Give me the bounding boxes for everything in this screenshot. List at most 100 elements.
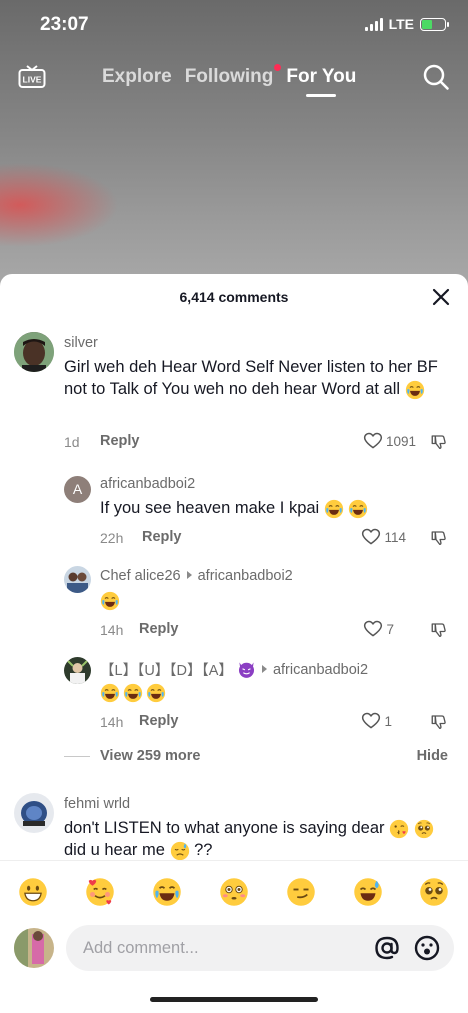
like-button[interactable]: 7	[363, 619, 394, 639]
like-count: 1091	[385, 433, 416, 449]
my-avatar	[14, 928, 54, 968]
avatar[interactable]	[14, 332, 54, 372]
mention-icon[interactable]	[374, 935, 400, 961]
reply-button[interactable]: Reply	[100, 433, 140, 449]
pleading-emoji-button[interactable]	[419, 877, 449, 907]
reply-button[interactable]: Reply	[139, 713, 179, 729]
avatar-image	[64, 657, 91, 684]
status-bar: 23:07 LTE	[0, 0, 468, 52]
comments-count: 6,414 comments	[179, 289, 289, 305]
avatar-image	[14, 332, 54, 372]
status-right: LTE	[364, 16, 449, 32]
live-icon[interactable]: LIVE	[18, 65, 46, 89]
heart-icon	[361, 711, 381, 731]
joy-emoji-icon	[123, 683, 143, 703]
notification-dot	[274, 64, 282, 71]
live-label: LIVE	[23, 75, 42, 85]
comment-text-content: ??	[194, 841, 213, 859]
comment-item: 【L】【U】【D】【A】 africanbadboi2 14h Reply 1	[0, 655, 468, 745]
reply-button[interactable]: Reply	[139, 621, 179, 637]
divider	[64, 755, 90, 757]
hide-replies-button[interactable]: Hide	[417, 748, 448, 764]
comment-username: Chef alice26 africanbadboi2	[100, 568, 293, 584]
comment-input-row: Add comment...	[0, 922, 468, 978]
like-count: 114	[384, 529, 406, 545]
flushed-emoji-button[interactable]	[219, 877, 249, 907]
sweat-smile-emoji-button[interactable]	[353, 877, 383, 907]
comment-text	[100, 681, 166, 703]
like-button[interactable]: 1091	[363, 431, 416, 451]
joy-emoji-icon	[100, 591, 120, 611]
battery-icon	[420, 17, 449, 31]
avatar-image	[64, 566, 91, 593]
network-label: LTE	[388, 16, 414, 32]
emoji-quick-bar	[0, 860, 468, 923]
dislike-icon[interactable]	[430, 433, 448, 451]
close-icon[interactable]	[432, 288, 450, 306]
comment-age: 14h	[100, 714, 124, 730]
comment-username-text[interactable]: 【L】【U】【D】【A】	[100, 659, 233, 680]
comment-username-text[interactable]: Chef alice26	[100, 568, 181, 584]
feed-tabs: Explore Following For You	[102, 64, 356, 97]
comment-text-content: did u hear me	[64, 841, 165, 859]
comment-text-content: Girl weh deh Hear Word Self Never listen…	[64, 358, 438, 398]
smiling-hearts-emoji-button[interactable]	[85, 877, 115, 907]
comment-username[interactable]: africanbadboi2	[100, 476, 195, 492]
dislike-icon[interactable]	[430, 529, 448, 547]
comment-text-content: don't LISTEN to what anyone is saying de…	[64, 819, 385, 837]
joy-emoji-icon	[100, 683, 120, 703]
reply-arrow-icon	[261, 665, 267, 673]
comment-item: Chef alice26 africanbadboi2 14h Reply 7	[0, 563, 468, 653]
reply-button[interactable]: Reply	[142, 529, 182, 545]
joy-emoji-button[interactable]	[152, 877, 182, 907]
like-button[interactable]: 114	[361, 527, 406, 547]
dislike-icon[interactable]	[430, 621, 448, 639]
avatar[interactable]	[14, 793, 54, 833]
search-icon[interactable]	[422, 63, 450, 91]
comment-username[interactable]: fehmi wrld	[64, 796, 130, 812]
comment-age: 1d	[64, 434, 80, 450]
emoji-picker-icon[interactable]	[414, 935, 440, 961]
tab-explore[interactable]: Explore	[102, 66, 172, 88]
reply-to-username[interactable]: africanbadboi2	[198, 568, 293, 584]
like-count: 7	[386, 621, 394, 637]
comment-age: 14h	[100, 622, 124, 638]
heart-icon	[363, 431, 383, 451]
avatar[interactable]: A	[64, 476, 91, 503]
comment-input[interactable]: Add comment...	[66, 925, 454, 971]
comment-text-content: If you see heaven make I kpai	[100, 499, 320, 517]
tab-following[interactable]: Following	[185, 64, 282, 88]
reply-to-username[interactable]: africanbadboi2	[273, 662, 368, 678]
like-button[interactable]: 1	[361, 711, 392, 731]
joy-emoji-icon	[324, 499, 344, 519]
top-nav: LIVE Explore Following For You	[0, 60, 468, 100]
comment-item: A africanbadboi2 If you see heaven make …	[0, 471, 468, 561]
avatar-image	[14, 793, 54, 833]
joy-emoji-icon	[405, 380, 425, 400]
signal-icon	[364, 17, 383, 31]
comment-text	[100, 589, 120, 611]
devil-emoji-icon	[237, 660, 256, 679]
comment-item: fehmi wrld don't LISTEN to what anyone i…	[0, 791, 468, 861]
avatar-image	[14, 928, 54, 968]
dislike-icon[interactable]	[430, 713, 448, 731]
kiss-emoji-icon	[389, 819, 409, 839]
comment-text: don't LISTEN to what anyone is saying de…	[64, 817, 454, 861]
comment-age: 22h	[100, 530, 124, 546]
heart-icon	[363, 619, 383, 639]
home-indicator	[150, 997, 318, 1002]
smirk-emoji-button[interactable]	[286, 877, 316, 907]
status-time: 23:07	[40, 14, 89, 35]
comment-username: 【L】【U】【D】【A】 africanbadboi2	[100, 659, 368, 680]
tab-for-you[interactable]: For You	[286, 66, 356, 97]
comments-header: 6,414 comments	[0, 274, 468, 318]
avatar[interactable]	[64, 566, 91, 593]
reply-arrow-icon	[186, 571, 192, 579]
view-more-replies-button[interactable]: View 259 more	[64, 748, 201, 764]
comment-username[interactable]: silver	[64, 335, 98, 351]
comment-input-placeholder: Add comment...	[83, 939, 199, 957]
avatar[interactable]	[64, 657, 91, 684]
comment-text: If you see heaven make I kpai	[100, 497, 450, 519]
pleading-emoji-icon	[414, 819, 434, 839]
grin-emoji-button[interactable]	[18, 877, 48, 907]
